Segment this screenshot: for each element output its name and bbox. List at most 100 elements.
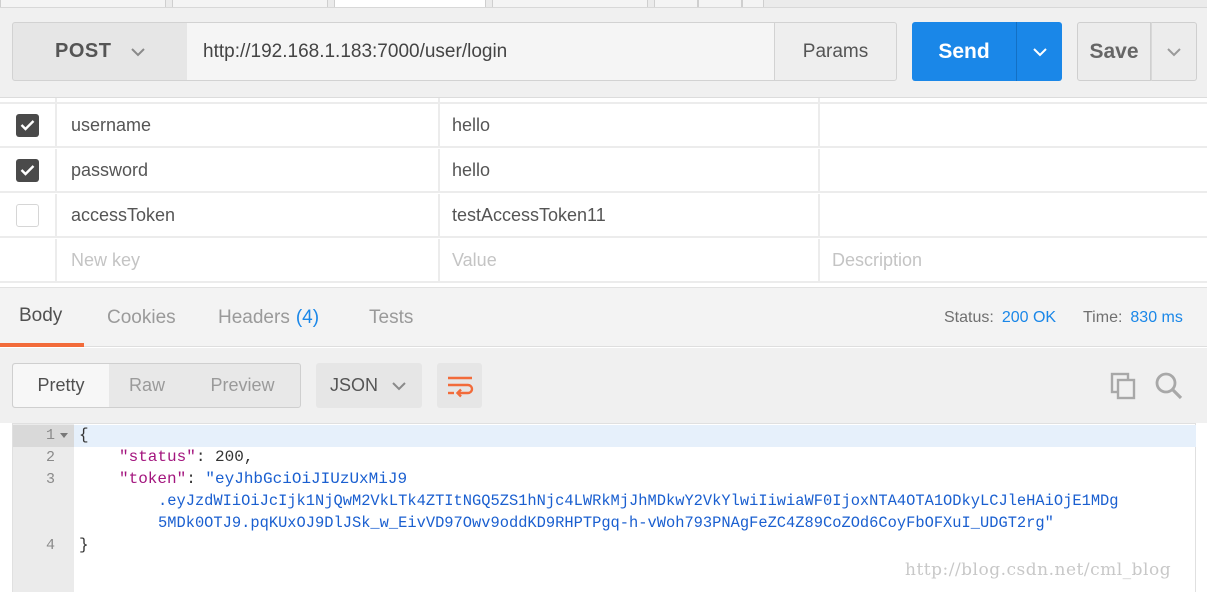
request-tab[interactable] xyxy=(172,0,328,7)
param-value-field[interactable]: hello xyxy=(440,149,820,193)
param-description-field[interactable] xyxy=(820,149,1207,193)
line-number: 3 xyxy=(45,471,55,488)
param-checkbox-cell xyxy=(0,239,57,283)
line-number: 4 xyxy=(45,537,55,554)
line-number: 1 xyxy=(45,427,55,444)
view-pretty-button[interactable]: Pretty xyxy=(13,364,109,407)
json-brace: } xyxy=(79,536,89,554)
param-row: password hello xyxy=(0,149,1207,194)
format-label: JSON xyxy=(330,375,379,395)
param-description-field[interactable] xyxy=(820,194,1207,238)
tab-headers-label: Headers xyxy=(218,306,290,328)
code-line-wrapped: .eyJzdWIiOiJcIjk1NjQwM2VkLTk4ZTItNGQ5ZS1… xyxy=(158,492,1119,510)
new-description-placeholder: Description xyxy=(832,249,923,270)
url-value: http://192.168.1.183:7000/user/login xyxy=(203,40,508,62)
json-key: "status" xyxy=(119,448,196,466)
chevron-down-icon xyxy=(1032,47,1047,56)
time-label: Time: xyxy=(1083,308,1123,326)
json-string: "eyJhbGciOiJIUzUxMiJ9 xyxy=(205,470,408,488)
param-checkbox-cell xyxy=(0,104,57,148)
new-key-placeholder: New key xyxy=(71,249,141,270)
checkmark-icon xyxy=(20,165,35,176)
new-description-input[interactable]: Description xyxy=(820,239,1207,283)
code-line: { xyxy=(79,426,89,444)
view-pretty-label: Pretty xyxy=(37,375,85,395)
tab-cookies-label: Cookies xyxy=(107,306,176,328)
params-label: Params xyxy=(802,40,869,62)
tab-body-label: Body xyxy=(19,304,63,326)
param-key: username xyxy=(71,114,152,135)
chevron-down-icon xyxy=(392,381,406,390)
json-brace: { xyxy=(79,426,89,444)
json-string: .eyJzdWIiOiJcIjk1NjQwM2VkLTk4ZTItNGQ5ZS1… xyxy=(158,492,1119,510)
view-preview-button[interactable]: Preview xyxy=(185,364,300,407)
send-button[interactable]: Send xyxy=(912,22,1016,81)
chevron-down-icon xyxy=(1167,47,1181,56)
send-dropdown-button[interactable] xyxy=(1016,22,1062,81)
wrap-lines-icon xyxy=(447,376,473,397)
status-label: Status: xyxy=(944,308,994,326)
tab-tests[interactable]: Tests xyxy=(369,288,413,347)
response-tabs: Body Cookies Headers (4) Tests Status: 200… xyxy=(0,287,1207,347)
response-time: Time: 830 ms xyxy=(1083,288,1183,347)
json-key: "token" xyxy=(119,470,187,488)
code-line-wrapped: 5MDk0OTJ9.pqKUxOJ9DlJSk_w_EivVD97Owv9odd… xyxy=(158,514,1054,532)
param-key-field[interactable]: accessToken xyxy=(57,194,440,238)
time-value: 830 ms xyxy=(1130,308,1183,326)
save-dropdown-button[interactable] xyxy=(1151,22,1197,81)
request-tab[interactable] xyxy=(492,0,648,7)
request-tab[interactable] xyxy=(654,0,698,7)
param-checkbox-cell xyxy=(0,149,57,193)
code-line: "token": "eyJhbGciOiJIUzUxMiJ9 xyxy=(119,470,408,488)
request-tab[interactable] xyxy=(0,0,166,7)
param-key: accessToken xyxy=(71,204,176,225)
copy-icon[interactable] xyxy=(1110,372,1138,400)
send-label: Send xyxy=(938,39,990,63)
param-row: username hello xyxy=(0,104,1207,149)
request-tab[interactable] xyxy=(742,0,764,7)
tab-headers[interactable]: Headers (4) xyxy=(218,288,319,347)
tab-body[interactable]: Body xyxy=(0,288,84,347)
request-bar: POST http://192.168.1.183:7000/user/logi… xyxy=(0,8,1207,98)
tab-cookies[interactable]: Cookies xyxy=(107,288,176,347)
request-tab-active[interactable] xyxy=(334,0,486,7)
param-value-field[interactable]: hello xyxy=(440,104,820,148)
param-value: hello xyxy=(452,114,491,135)
request-tab[interactable] xyxy=(698,0,742,7)
save-button[interactable]: Save xyxy=(1077,22,1151,81)
view-preview-label: Preview xyxy=(210,375,275,395)
param-value-field[interactable]: testAccessToken11 xyxy=(440,194,820,238)
method-label: POST xyxy=(55,40,112,62)
tab-tests-label: Tests xyxy=(369,306,414,328)
param-checkbox-checked[interactable] xyxy=(16,158,39,182)
fold-arrow-icon[interactable] xyxy=(60,433,68,438)
code-line: "status": 200, xyxy=(119,448,254,466)
param-checkbox-unchecked[interactable] xyxy=(16,203,39,227)
param-row: accessToken testAccessToken11 xyxy=(0,194,1207,239)
save-label: Save xyxy=(1089,39,1139,63)
response-status: Status: 200 OK xyxy=(944,288,1056,347)
json-string: 5MDk0OTJ9.pqKUxOJ9DlJSk_w_EivVD97Owv9odd… xyxy=(158,514,1054,532)
body-view-segmented: Pretty Raw Preview xyxy=(12,363,301,408)
chevron-down-icon xyxy=(131,47,146,56)
view-raw-button[interactable]: Raw xyxy=(109,364,185,407)
new-value-input[interactable]: Value xyxy=(440,239,820,283)
method-select[interactable]: POST xyxy=(12,22,188,81)
body-toolbar: Pretty Raw Preview JSON xyxy=(0,348,1207,423)
new-key-input[interactable]: New key xyxy=(57,239,440,283)
watermark: http://blog.csdn.net/cml_blog xyxy=(905,560,1172,580)
param-key-field[interactable]: password xyxy=(57,149,440,193)
search-icon[interactable] xyxy=(1154,371,1184,401)
wrap-lines-button[interactable] xyxy=(437,363,482,408)
params-table: username hello password hello accessToke… xyxy=(0,104,1207,284)
request-tab-strip xyxy=(0,0,1207,8)
param-key-field[interactable]: username xyxy=(57,104,440,148)
param-description-field[interactable] xyxy=(820,104,1207,148)
new-value-placeholder: Value xyxy=(452,249,497,270)
url-input[interactable]: http://192.168.1.183:7000/user/login xyxy=(187,22,775,81)
param-checkbox-checked[interactable] xyxy=(16,113,39,137)
headers-count-badge: (4) xyxy=(295,306,320,328)
format-select[interactable]: JSON xyxy=(316,363,422,408)
params-button[interactable]: Params xyxy=(774,22,897,81)
param-value: hello xyxy=(452,159,491,180)
